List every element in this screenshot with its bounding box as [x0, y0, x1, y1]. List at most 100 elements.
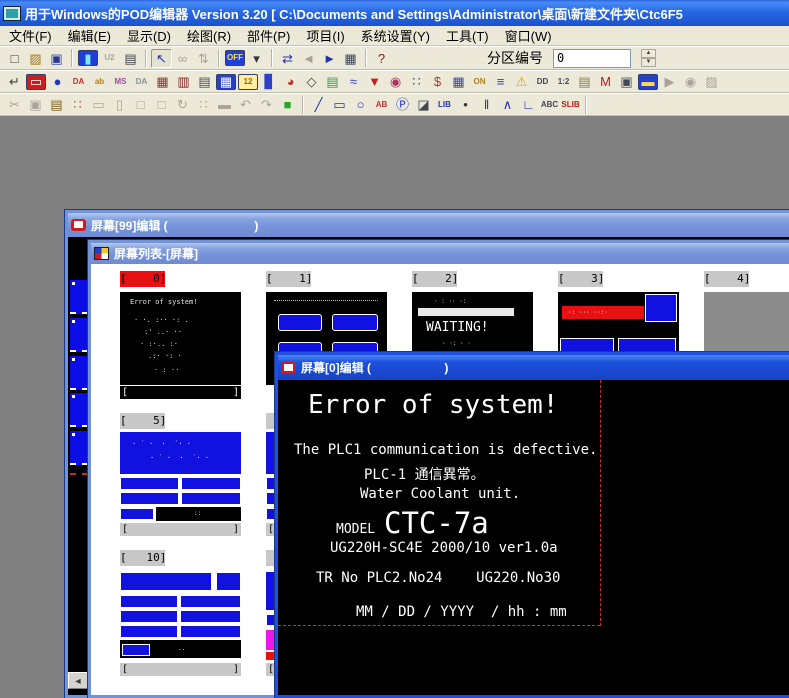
screen99-part[interactable]: [70, 393, 88, 427]
rotate-icon[interactable]: ↻: [172, 95, 193, 114]
video-icon[interactable]: ▶: [659, 72, 680, 91]
draw-line-icon[interactable]: ╱: [308, 95, 329, 114]
screen-matrix-icon[interactable]: ▦: [340, 49, 361, 68]
menu-item[interactable]: 窗口(W): [498, 25, 559, 46]
lamp-part-icon[interactable]: ●: [47, 72, 68, 91]
select-cursor-icon[interactable]: ↖: [151, 49, 172, 68]
meter-icon[interactable]: ◇: [301, 72, 322, 91]
message-display-icon[interactable]: MS: [110, 72, 131, 91]
menu-item[interactable]: 部件(P): [240, 25, 297, 46]
menu-item[interactable]: 文件(F): [2, 25, 59, 46]
thumbnail-screen-10[interactable]: ..: [120, 572, 241, 660]
thumb-label-5[interactable]: [ 5]: [120, 413, 165, 429]
graph-list-icon[interactable]: ▤: [322, 72, 343, 91]
spin-up-button[interactable]: ▲: [641, 49, 656, 58]
memo-pad-icon[interactable]: ▤: [574, 72, 595, 91]
screen-call-icon[interactable]: ▬: [638, 74, 658, 90]
draw-slib-icon[interactable]: SLIB: [560, 95, 581, 114]
multi-copy-icon[interactable]: ∷: [67, 95, 88, 114]
draw-scale-v-icon[interactable]: ‖: [476, 95, 497, 114]
screen99-part[interactable]: [70, 318, 88, 352]
spin-down-button[interactable]: ▼: [641, 58, 656, 67]
screen0-canvas[interactable]: Error of system! The PLC1 communication …: [278, 380, 789, 695]
memory-m-icon[interactable]: M: [595, 72, 616, 91]
thumb-label-1[interactable]: [ 1]: [266, 271, 311, 287]
app-titlebar[interactable]: 用于Windows的POD编辑器 Version 3.20 [ C:\Docum…: [0, 0, 789, 26]
edit-vertex-icon[interactable]: □: [130, 95, 151, 114]
tank-icon[interactable]: ▼: [364, 72, 385, 91]
thumb-label-4[interactable]: [ 4]: [704, 271, 749, 287]
draw-circle-icon[interactable]: ○: [350, 95, 371, 114]
partition-input[interactable]: [553, 49, 631, 68]
copy-icon[interactable]: ▣: [25, 95, 46, 114]
menu-item[interactable]: 系统设置(Y): [354, 25, 437, 46]
screen-edit-icon[interactable]: ▮: [78, 50, 98, 66]
thumb-label-10[interactable]: [ 10]: [120, 550, 165, 566]
screen99-part[interactable]: [70, 431, 88, 465]
edit-frame-icon[interactable]: □: [151, 95, 172, 114]
prev-screen-icon[interactable]: ◄: [298, 49, 319, 68]
draw-paint-icon[interactable]: Ⓟ: [392, 95, 413, 114]
save-icon[interactable]: ▣: [46, 49, 67, 68]
menu-item[interactable]: 编辑(E): [61, 25, 118, 46]
screen99-part[interactable]: [70, 280, 88, 314]
open-folder-icon[interactable]: ▨: [25, 49, 46, 68]
hscroll-left-button[interactable]: ◄: [68, 672, 88, 689]
draw-polyline-icon[interactable]: ∧: [497, 95, 518, 114]
draw-scale-h-icon[interactable]: ∟: [518, 95, 539, 114]
menu-item[interactable]: 显示(D): [120, 25, 178, 46]
print-icon[interactable]: ▤: [120, 49, 141, 68]
screen0-titlebar[interactable]: 屏幕[0]编辑 ( ): [278, 355, 789, 380]
trend-graph-icon[interactable]: ≈: [343, 72, 364, 91]
cut-icon[interactable]: ✂: [4, 95, 25, 114]
swap-screens-icon[interactable]: ⇄: [277, 49, 298, 68]
draw-text-block-icon[interactable]: ABC: [539, 95, 560, 114]
menu-item[interactable]: 工具(T): [439, 25, 496, 46]
matrix-copy-icon[interactable]: ∷: [193, 95, 214, 114]
next-screen-icon[interactable]: ►: [319, 49, 340, 68]
onoff-display-icon[interactable]: ON: [469, 72, 490, 91]
u2-edit-icon[interactable]: U2: [99, 49, 120, 68]
memo-part-icon[interactable]: ▤: [194, 72, 215, 91]
screen99-part[interactable]: [70, 356, 88, 390]
statistic-graph-icon[interactable]: $: [427, 72, 448, 91]
screen-transfer-icon[interactable]: ⇅: [193, 49, 214, 68]
keypad-icon[interactable]: ▦: [152, 72, 173, 91]
ungroup-icon[interactable]: ▯: [109, 95, 130, 114]
screen99-titlebar[interactable]: 屏幕[99]编辑 ( ): [68, 213, 789, 237]
paste-icon[interactable]: ▤: [46, 95, 67, 114]
calculator-icon[interactable]: ▦: [216, 74, 236, 90]
switch-part-icon[interactable]: ▭: [26, 74, 46, 90]
calendar-icon[interactable]: 12: [238, 74, 258, 90]
time-display-icon[interactable]: 1:2: [553, 72, 574, 91]
closed-graph-icon[interactable]: ◉: [385, 72, 406, 91]
text-display-icon[interactable]: ab: [89, 72, 110, 91]
thumbnail-screen-5[interactable]: · ˙ · · ˙· · · ˙ · · ˙· · ::: [120, 432, 241, 522]
screen-list-titlebar[interactable]: 屏幕列表-[屏幕]: [91, 243, 789, 264]
redo-icon[interactable]: ↷: [256, 95, 277, 114]
thumb-label-3[interactable]: [ 3]: [558, 271, 603, 287]
data-block-icon[interactable]: DA: [131, 72, 152, 91]
dot-display-icon[interactable]: ∷: [406, 72, 427, 91]
screen0-window[interactable]: 屏幕[0]编辑 ( ) Error of system! The PLC1 co…: [275, 352, 789, 698]
new-file-icon[interactable]: □: [4, 49, 25, 68]
off-dropdown-icon[interactable]: ▾: [246, 49, 267, 68]
thumbnail-screen-0[interactable]: Error of system! · ·. :·· ·: . :' ..· ··…: [120, 292, 241, 385]
draw-rect-icon[interactable]: ▭: [329, 95, 350, 114]
date-display-icon[interactable]: DD: [532, 72, 553, 91]
data-display-icon[interactable]: DA: [68, 72, 89, 91]
draw-dot-icon[interactable]: •: [455, 95, 476, 114]
draw-library-icon[interactable]: LIB: [434, 95, 455, 114]
draw-text-icon[interactable]: AB: [371, 95, 392, 114]
thumb-label-2[interactable]: [ 2]: [412, 271, 457, 287]
camera-icon[interactable]: ◉: [680, 72, 701, 91]
undo-icon[interactable]: ↶: [235, 95, 256, 114]
draw-eraser-icon[interactable]: ◪: [413, 95, 434, 114]
off-state-icon[interactable]: OFF: [225, 50, 245, 66]
line-list-icon[interactable]: ≡: [490, 72, 511, 91]
pie-graph-icon[interactable]: ◕: [280, 72, 301, 91]
return-part-icon[interactable]: ↵: [4, 72, 25, 91]
thumb-label-0[interactable]: [ 0]: [120, 271, 165, 287]
bar-graph-icon[interactable]: ▊: [259, 72, 280, 91]
menu-item[interactable]: 项目(I): [299, 25, 351, 46]
